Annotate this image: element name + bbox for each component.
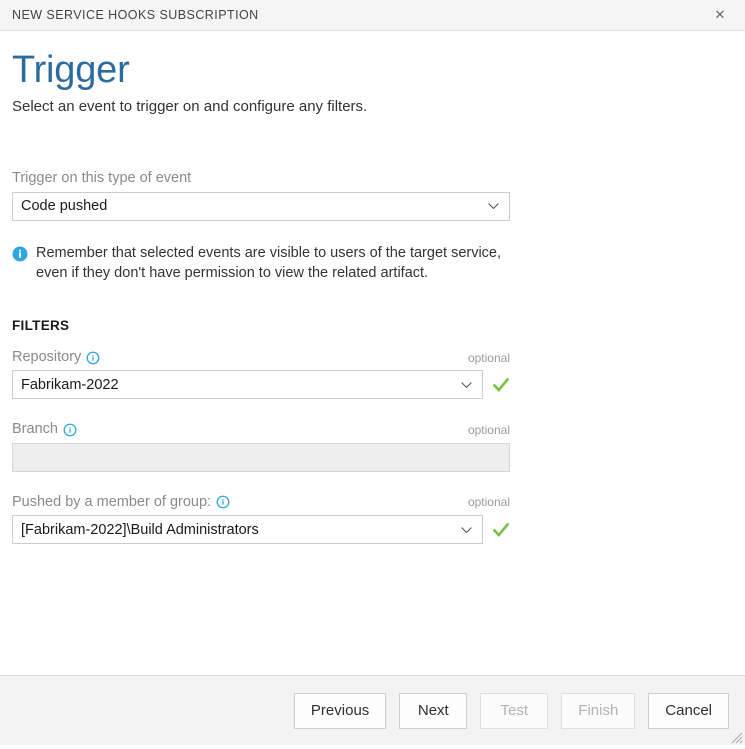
- previous-button[interactable]: Previous: [294, 693, 386, 729]
- filter-repository-value: Fabrikam-2022: [21, 377, 119, 393]
- chevron-down-icon: [460, 523, 473, 536]
- resize-grip-icon[interactable]: [728, 729, 743, 744]
- filter-repository-valid-check-icon: [492, 376, 510, 394]
- info-filled-icon: [12, 246, 28, 262]
- info-outline-icon[interactable]: [86, 351, 100, 365]
- event-type-field: Trigger on this type of event Code pushe…: [12, 170, 510, 220]
- page-subtitle: Select an event to trigger on and config…: [12, 97, 733, 117]
- chevron-down-icon: [460, 378, 473, 391]
- filter-pushed-by-group-optional-tag: optional: [468, 495, 510, 509]
- dialog-content: Trigger Select an event to trigger on an…: [0, 31, 745, 675]
- filter-repository-control-row: Fabrikam-2022: [12, 370, 510, 399]
- filter-repository-label-row: Repository optional: [12, 349, 510, 366]
- filter-branch-label-row: Branch optional: [12, 421, 510, 438]
- filter-repository-label-group: Repository: [12, 349, 100, 366]
- filter-pushed-by-group-field: Pushed by a member of group: optional: [12, 494, 510, 544]
- close-icon[interactable]: ✕: [707, 2, 733, 28]
- filter-repository-select[interactable]: Fabrikam-2022: [12, 370, 483, 399]
- filter-pushed-by-group-label-group: Pushed by a member of group:: [12, 494, 230, 511]
- filter-pushed-by-group-label-row: Pushed by a member of group: optional: [12, 494, 510, 511]
- finish-button: Finish: [561, 693, 635, 729]
- next-button[interactable]: Next: [399, 693, 467, 729]
- filter-pushed-by-group-label: Pushed by a member of group:: [12, 494, 211, 511]
- filters-heading: FILTERS: [12, 318, 733, 333]
- filter-branch-label: Branch: [12, 421, 58, 438]
- page-title: Trigger: [12, 51, 733, 91]
- filter-pushed-by-group-valid-check-icon: [492, 521, 510, 539]
- info-outline-icon[interactable]: [216, 495, 230, 509]
- event-type-selected-value: Code pushed: [21, 198, 107, 214]
- event-type-control-row: Code pushed: [12, 192, 510, 221]
- cancel-button[interactable]: Cancel: [648, 693, 729, 729]
- events-visibility-note: Remember that selected events are visibl…: [12, 243, 512, 284]
- dialog-footer: Previous Next Test Finish Cancel: [0, 675, 745, 745]
- filter-branch-select: [12, 443, 510, 472]
- event-type-label-row: Trigger on this type of event: [12, 170, 510, 187]
- filter-branch-label-group: Branch: [12, 421, 77, 438]
- filter-pushed-by-group-value: [Fabrikam-2022]\Build Administrators: [21, 522, 259, 538]
- events-visibility-note-text: Remember that selected events are visibl…: [36, 243, 512, 284]
- filter-repository-optional-tag: optional: [468, 351, 510, 365]
- dialog-title: NEW SERVICE HOOKS SUBSCRIPTION: [12, 8, 259, 22]
- event-type-select[interactable]: Code pushed: [12, 192, 510, 221]
- new-service-hooks-subscription-dialog: NEW SERVICE HOOKS SUBSCRIPTION ✕ Trigger…: [0, 0, 745, 745]
- filter-repository-label: Repository: [12, 349, 81, 366]
- filter-branch-field: Branch optional: [12, 421, 510, 471]
- filter-pushed-by-group-select[interactable]: [Fabrikam-2022]\Build Administrators: [12, 515, 483, 544]
- event-type-label: Trigger on this type of event: [12, 170, 191, 187]
- dialog-titlebar: NEW SERVICE HOOKS SUBSCRIPTION ✕: [0, 0, 745, 31]
- filter-branch-control-row: [12, 443, 510, 472]
- filter-pushed-by-group-control-row: [Fabrikam-2022]\Build Administrators: [12, 515, 510, 544]
- content-inner: Trigger Select an event to trigger on an…: [0, 51, 745, 544]
- info-outline-icon[interactable]: [63, 423, 77, 437]
- filter-repository-field: Repository optional Fabrikam-20: [12, 349, 510, 399]
- filter-branch-optional-tag: optional: [468, 423, 510, 437]
- chevron-down-icon: [487, 200, 500, 213]
- test-button: Test: [480, 693, 548, 729]
